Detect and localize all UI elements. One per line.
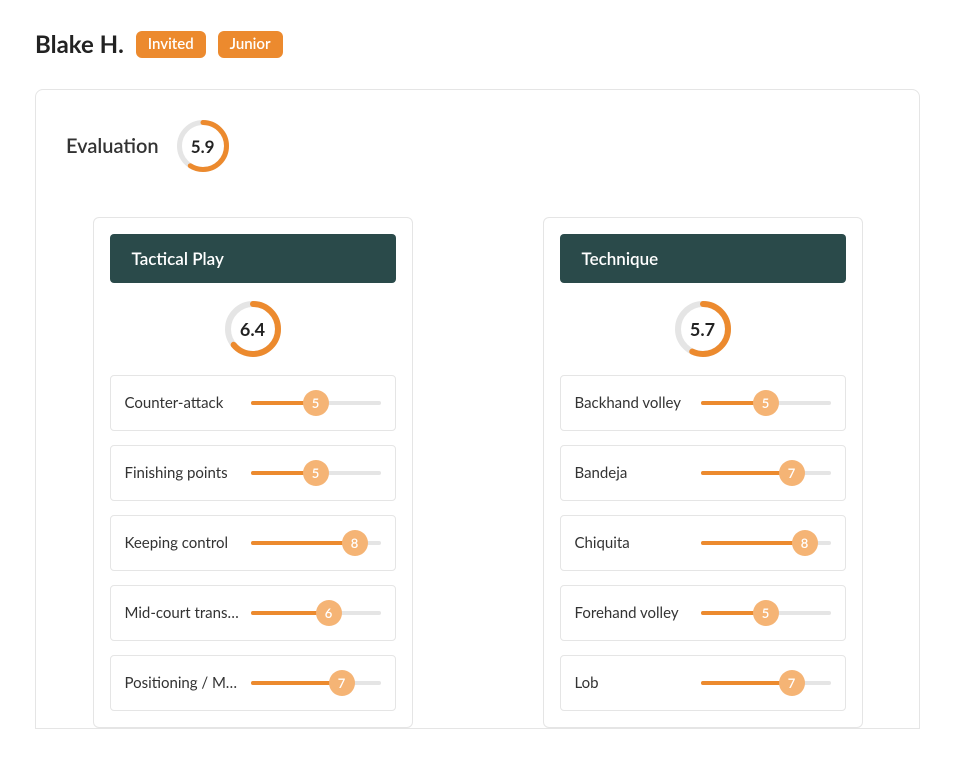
skill-item: Positioning / Movement 7 [110,655,396,711]
slider-track [701,681,831,685]
slider-thumb[interactable]: 5 [753,600,779,626]
slider-thumb[interactable]: 8 [342,530,368,556]
slider-thumb[interactable]: 7 [779,460,805,486]
skill-slider[interactable]: 5 [701,600,831,626]
skill-label: Chiquita [575,534,691,552]
slider-thumb[interactable]: 7 [329,670,355,696]
status-badge-junior: Junior [218,31,283,58]
evaluation-score-circle: 5.9 [177,120,229,172]
skill-slider[interactable]: 7 [701,460,831,486]
card-score-circle: 6.4 [225,301,281,357]
skill-item: Chiquita 8 [560,515,846,571]
skill-label: Finishing points [125,464,241,482]
skill-slider[interactable]: 8 [251,530,381,556]
evaluation-label: Evaluation [66,134,159,158]
skill-item: Backhand volley 5 [560,375,846,431]
skill-item: Lob 7 [560,655,846,711]
card-title: Tactical Play [110,234,396,283]
skill-slider[interactable]: 5 [251,390,381,416]
slider-track [251,681,381,685]
player-name: Blake H. [35,30,124,59]
skill-slider[interactable]: 7 [701,670,831,696]
skill-item: Mid-court transition 6 [110,585,396,641]
skill-item: Counter-attack 5 [110,375,396,431]
slider-thumb[interactable]: 7 [779,670,805,696]
status-badge-invited: Invited [136,31,206,58]
slider-fill [251,541,355,545]
skill-label: Mid-court transition [125,604,241,622]
slider-thumb[interactable]: 5 [303,460,329,486]
slider-track [701,471,831,475]
player-header: Blake H. Invited Junior [35,30,920,59]
skill-item: Bandeja 7 [560,445,846,501]
evaluation-panel: Evaluation 5.9 Tactical Play 6.4 Counter… [35,89,920,729]
skill-slider[interactable]: 6 [251,600,381,626]
slider-thumb[interactable]: 8 [792,530,818,556]
card-score-value: 5.7 [690,318,715,340]
skills-list: Backhand volley 5 Bandeja 7 Chiquita 8 Forehan… [560,375,846,711]
skill-item: Forehand volley 5 [560,585,846,641]
card-score-value: 6.4 [240,318,265,340]
skill-item: Keeping control 8 [110,515,396,571]
skill-item: Finishing points 5 [110,445,396,501]
skills-list: Counter-attack 5 Finishing points 5 Keeping … [110,375,396,711]
skill-label: Lob [575,674,691,692]
skill-label: Counter-attack [125,394,241,412]
skill-slider[interactable]: 8 [701,530,831,556]
card-technique: Technique 5.7 Backhand volley 5 Bandeja 7 Ch… [543,217,863,728]
card-tactical-play: Tactical Play 6.4 Counter-attack5Finishi… [93,217,413,728]
skill-slider[interactable]: 5 [251,460,381,486]
slider-fill [701,541,805,545]
slider-thumb[interactable]: 5 [303,390,329,416]
skill-label: Positioning / Movement [125,674,241,692]
skill-label: Keeping control [125,534,241,552]
cards-row: Tactical Play 6.4 Counter-attack5Finishi… [66,217,889,728]
skill-slider[interactable]: 7 [251,670,381,696]
skill-label: Forehand volley [575,604,691,622]
skill-label: Backhand volley [575,394,691,412]
evaluation-summary: Evaluation 5.9 [66,120,889,172]
card-score-circle: 5.7 [675,301,731,357]
slider-thumb[interactable]: 5 [753,390,779,416]
slider-thumb[interactable]: 6 [316,600,342,626]
skill-slider[interactable]: 5 [701,390,831,416]
evaluation-score-value: 5.9 [191,136,215,157]
card-title: Technique [560,234,846,283]
skill-label: Bandeja [575,464,691,482]
